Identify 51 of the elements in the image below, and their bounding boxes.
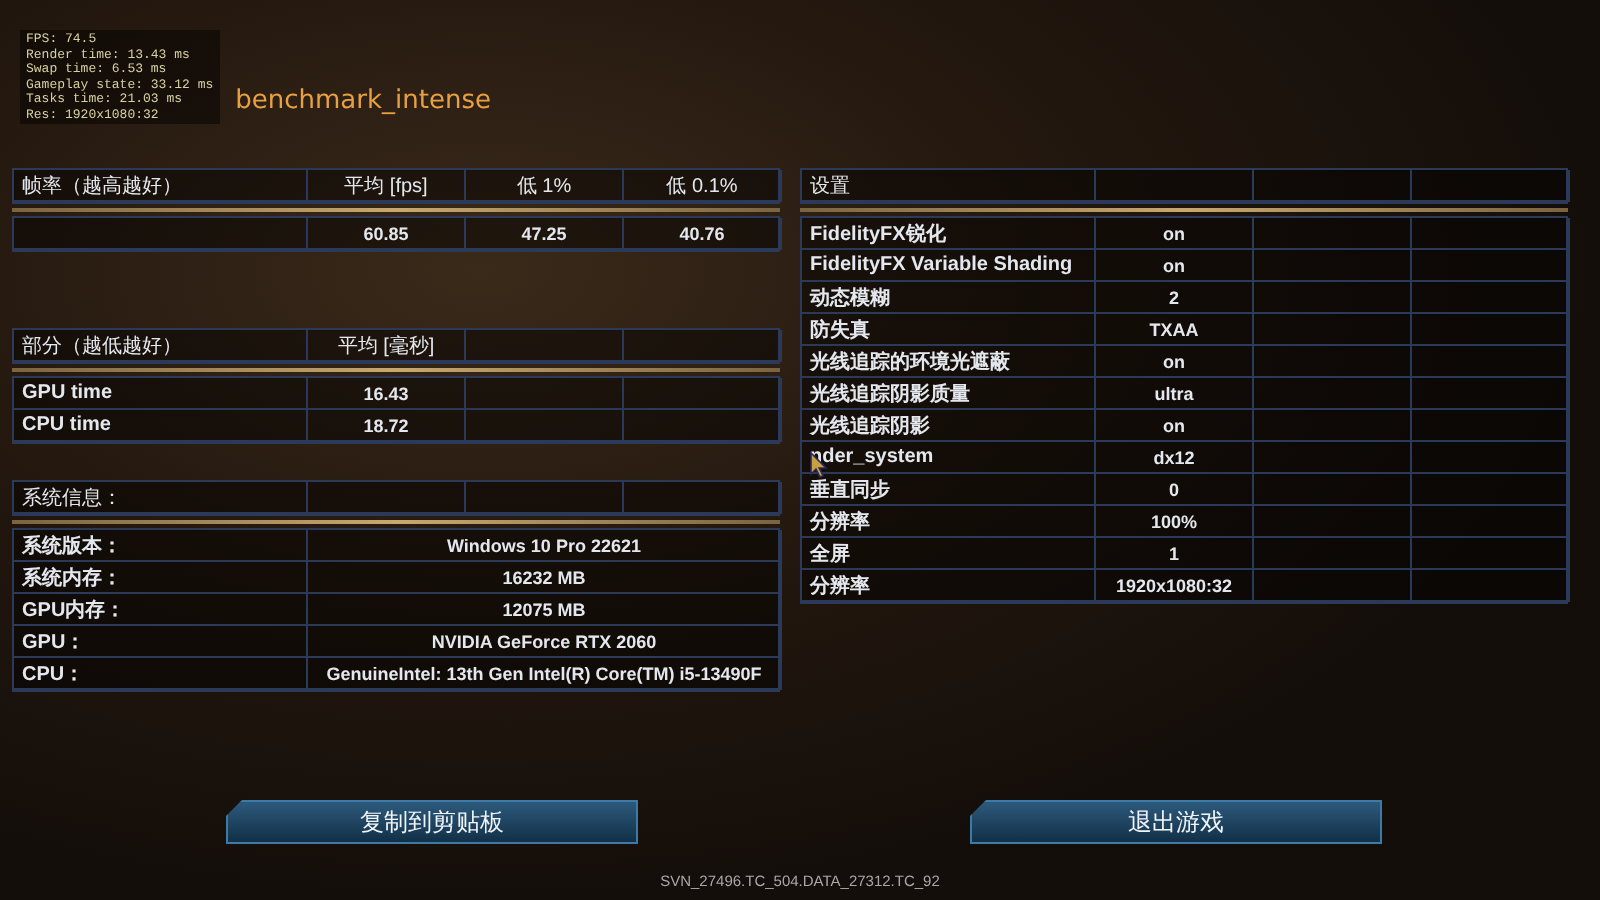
table-cell: 12075 MB — [308, 594, 782, 626]
table-cell: 2 — [1096, 282, 1254, 314]
table-cell: 40.76 — [624, 218, 782, 250]
table-cell: on — [1096, 218, 1254, 250]
row-label: FidelityFX锐化 — [802, 218, 1096, 250]
table-cell: on — [1096, 250, 1254, 282]
table-cell: dx12 — [1096, 442, 1254, 474]
table-cell: on — [1096, 410, 1254, 442]
table-cell: 0 — [1096, 474, 1254, 506]
row-label: 系统版本： — [14, 530, 308, 562]
column-header: 设置 — [802, 170, 1096, 202]
column-header: 帧率（越高越好） — [14, 170, 308, 202]
column-header: 平均 [fps] — [308, 170, 466, 202]
table-cell: 18.72 — [308, 410, 466, 442]
table-cell: on — [1096, 346, 1254, 378]
row-label: 光线追踪的环境光遮蔽 — [802, 346, 1096, 378]
row-label: 动态模糊 — [802, 282, 1096, 314]
table-cell: 60.85 — [308, 218, 466, 250]
row-label: 光线追踪阴影质量 — [802, 378, 1096, 410]
table-cell: NVIDIA GeForce RTX 2060 — [308, 626, 782, 658]
table-cell: 16232 MB — [308, 562, 782, 594]
table-cell: TXAA — [1096, 314, 1254, 346]
table-cell: GenuineIntel: 13th Gen Intel(R) Core(TM) i5-13490F — [308, 658, 782, 690]
table-cell: ultra — [1096, 378, 1254, 410]
row-label: FidelityFX Variable Shading — [802, 250, 1096, 282]
table-cell: 1920x1080:32 — [1096, 570, 1254, 602]
column-header: 系统信息： — [14, 482, 308, 514]
row-label: 分辨率 — [802, 570, 1096, 602]
row-label: CPU： — [14, 658, 308, 690]
menu-button[interactable]: 复制到剪贴板 — [226, 800, 638, 844]
column-header: 低 0.1% — [624, 170, 782, 202]
column-header: 部分（越低越好） — [14, 330, 308, 362]
column-header: 平均 [毫秒] — [308, 330, 466, 362]
column-header: 低 1% — [466, 170, 624, 202]
row-label: 全屏 — [802, 538, 1096, 570]
row-label: GPU： — [14, 626, 308, 658]
table-cell: Windows 10 Pro 22621 — [308, 530, 782, 562]
row-label: GPU内存： — [14, 594, 308, 626]
benchmark-title: benchmark_intense — [235, 86, 491, 116]
row-label: GPU time — [14, 378, 308, 410]
row-label: 分辨率 — [802, 506, 1096, 538]
table-cell: 47.25 — [466, 218, 624, 250]
row-label: 系统内存： — [14, 562, 308, 594]
row-label: 防失真 — [802, 314, 1096, 346]
table-cell: 16.43 — [308, 378, 466, 410]
row-label: CPU time — [14, 410, 308, 442]
table-cell: 1 — [1096, 538, 1254, 570]
table-cell: 100% — [1096, 506, 1254, 538]
menu-button[interactable]: 退出游戏 — [970, 800, 1382, 844]
row-label: 垂直同步 — [802, 474, 1096, 506]
row-label: 光线追踪阴影 — [802, 410, 1096, 442]
